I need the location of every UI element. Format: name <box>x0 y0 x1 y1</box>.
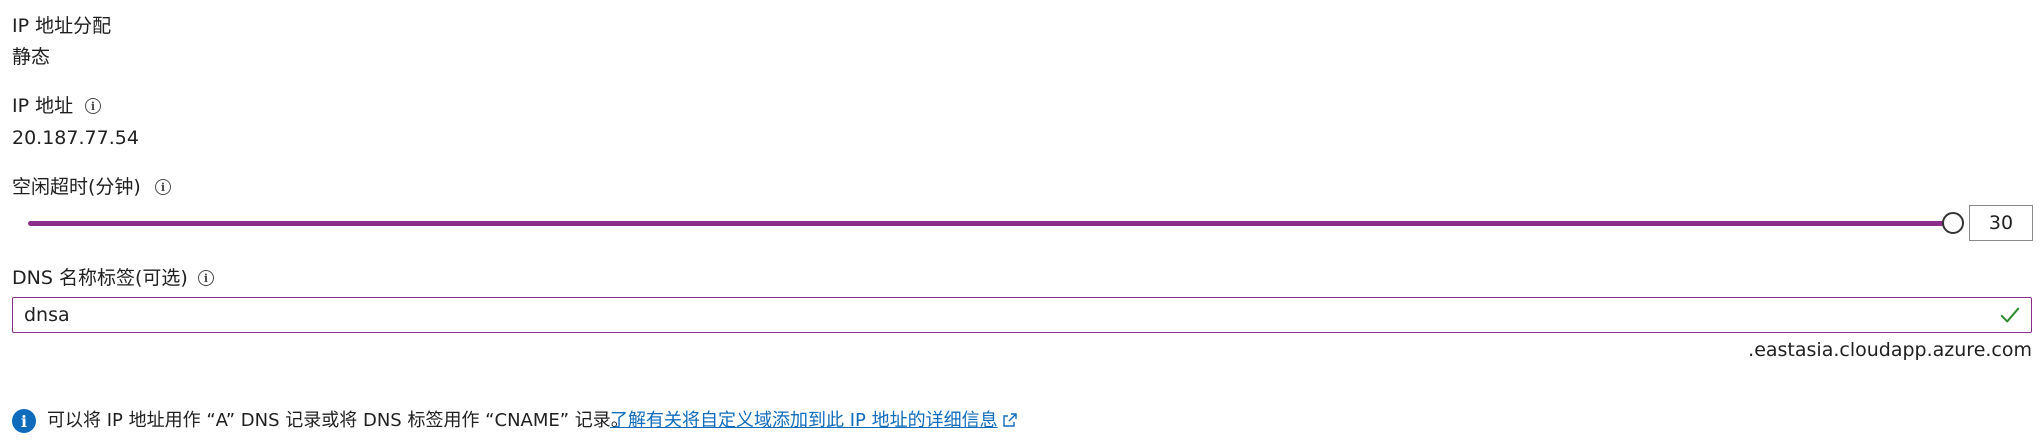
ip-address-label: IP 地址 <box>12 95 74 117</box>
learn-more-link[interactable]: 了解有关将自定义域添加到此 IP 地址的详细信息 <box>610 409 998 433</box>
info-icon[interactable]: i <box>155 179 171 195</box>
info-filled-icon: i <box>12 409 36 433</box>
info-icon[interactable]: i <box>85 98 101 114</box>
checkmark-icon <box>2000 307 2020 323</box>
ip-address-value: 20.187.77.54 <box>12 127 139 149</box>
external-link-icon[interactable] <box>1002 412 1018 428</box>
info-icon[interactable]: i <box>198 270 214 286</box>
dns-name-input[interactable]: dnsa <box>12 297 2032 333</box>
idle-timeout-label: 空闲超时(分钟) <box>12 176 141 198</box>
ip-assignment-label: IP 地址分配 <box>12 15 112 37</box>
dns-suffix: .eastasia.cloudapp.azure.com <box>1748 339 2032 361</box>
dns-name-value[interactable]: dnsa <box>24 303 70 327</box>
idle-timeout-slider-thumb[interactable] <box>1942 212 1964 234</box>
idle-timeout-slider-track[interactable] <box>28 221 1953 226</box>
idle-timeout-value-box[interactable]: 30 <box>1969 205 2033 241</box>
dns-label-label: DNS 名称标签(可选) <box>12 267 188 289</box>
info-bar-text: 可以将 IP 地址用作 “A” DNS 记录或将 DNS 标签用作 “CNAME… <box>47 410 629 431</box>
ip-assignment-value: 静态 <box>12 46 51 68</box>
